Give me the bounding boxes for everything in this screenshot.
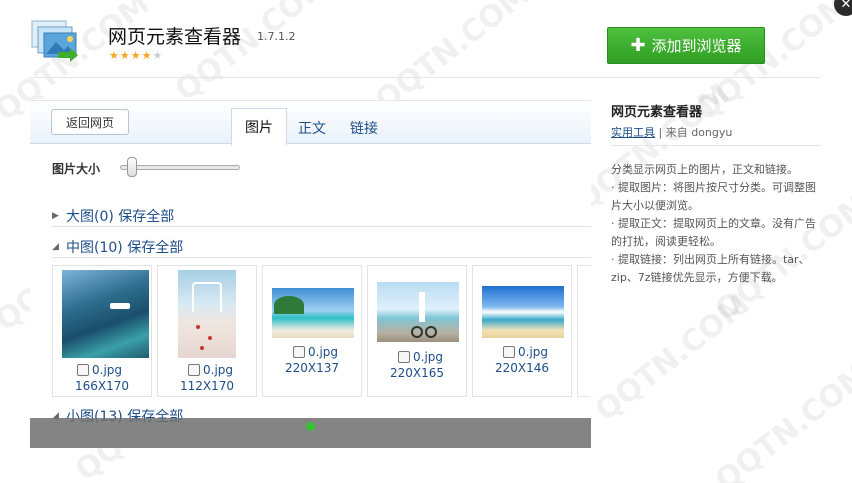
tab-images[interactable]: 图片: [231, 108, 287, 146]
image-filename: 0.jpg: [308, 345, 339, 359]
image-size-slider-track[interactable]: [120, 165, 240, 170]
image-name[interactable]: 0.jpg: [503, 345, 548, 359]
image-dimensions: 220X137: [284, 361, 340, 375]
image-item[interactable]: 0.jpg 220X146: [472, 265, 572, 397]
image-item[interactable]: 0.jpg 166X170: [52, 265, 152, 397]
star-icon: ★: [119, 49, 130, 62]
image-name[interactable]: 0.jpg: [398, 350, 443, 364]
image-name[interactable]: 0.jpg: [293, 345, 338, 359]
image-thumbnail: [482, 286, 564, 338]
image-thumbnail: [377, 282, 459, 342]
preview-panel: 返回网页 图片 正文 链接 图片大小 ▶ 大图(0) 保存全部 ◢ 中图(10)…: [30, 100, 591, 448]
image-name[interactable]: 0.jpg: [188, 363, 233, 377]
rating-stars: ★ ★ ★ ★ ★: [109, 50, 162, 61]
section-label: 中图(10) 保存全部: [66, 240, 184, 256]
image-item[interactable]: 0.jpg 220X165: [367, 265, 467, 397]
select-checkbox[interactable]: [398, 351, 410, 363]
carousel-dot-indicator[interactable]: [306, 422, 315, 431]
select-checkbox[interactable]: [77, 364, 89, 376]
star-icon: ★: [130, 49, 141, 62]
select-checkbox[interactable]: [503, 346, 515, 358]
info-description: 分类显示网页上的图片，正文和链接。 · 提取图片：将图片按尺寸分类。可调整图片大…: [611, 161, 816, 287]
info-title: 网页元素查看器: [611, 105, 703, 120]
collapse-arrow-icon: ◢: [52, 242, 59, 252]
description-line: · 提取图片：将图片按尺寸分类。可调整图片大小以便浏览。: [611, 181, 816, 212]
image-dimensions: 112X170: [179, 379, 235, 393]
image-filename: 0.jpg: [203, 363, 234, 377]
image-dimensions: 220X146: [494, 361, 550, 375]
add-to-browser-button[interactable]: ✚ 添加到浏览器: [607, 27, 765, 64]
author-prefix: | 来自: [655, 126, 692, 139]
image-thumbnail: [178, 270, 236, 358]
app-icon: [30, 18, 80, 66]
expand-arrow-icon: ▶: [52, 211, 59, 221]
watermark: QQTN.COM: [588, 286, 757, 429]
image-size-label: 图片大小: [52, 162, 101, 176]
image-filename: 0.jpg: [92, 363, 123, 377]
section-divider: [52, 257, 591, 258]
category-link[interactable]: 实用工具: [611, 126, 655, 139]
description-line: · 提取链接：列出网页上所有链接。tar、zip、7z链接优先显示，方便下载。: [611, 253, 810, 284]
description-line: · 提取正文：提取网页上的文章。没有广告的打扰，阅读更轻松。: [611, 217, 816, 248]
info-divider: [611, 145, 821, 146]
tab-links[interactable]: 链接: [344, 111, 384, 145]
image-item[interactable]: 0.jpg 112X170: [157, 265, 257, 397]
image-grid: 0.jpg 166X170 0.jpg 112X170 0.jpg 220X13…: [52, 265, 591, 397]
image-thumbnail: [272, 288, 354, 338]
watermark: QQTN.COM: [688, 0, 852, 129]
image-dimensions: 220X165: [389, 366, 445, 380]
app-version: 1.7.1.2: [257, 30, 296, 43]
image-name[interactable]: 0.jpg: [77, 363, 122, 377]
section-divider: [52, 226, 591, 227]
star-empty-icon: ★: [152, 49, 163, 62]
header-divider: [30, 77, 820, 78]
image-filename: 0.jpg: [413, 350, 444, 364]
image-item[interactable]: [577, 265, 591, 397]
star-icon: ★: [141, 49, 152, 62]
watermark: QQTN.COM: [708, 356, 852, 483]
description-line: 分类显示网页上的图片，正文和链接。: [611, 163, 798, 176]
image-item[interactable]: 0.jpg 220X137: [262, 265, 362, 397]
author-name: dongyu: [691, 126, 733, 139]
back-to-page-button[interactable]: 返回网页: [51, 109, 129, 135]
image-dimensions: 166X170: [74, 379, 130, 393]
add-button-label: 添加到浏览器: [651, 37, 742, 55]
plus-icon: ✚: [630, 34, 646, 56]
section-medium-images[interactable]: ◢ 中图(10) 保存全部: [52, 237, 183, 257]
preview-tabbar: 返回网页 图片 正文 链接: [30, 100, 591, 146]
tab-text[interactable]: 正文: [292, 111, 332, 145]
info-meta: 实用工具 | 来自 dongyu: [611, 124, 732, 140]
select-checkbox[interactable]: [188, 364, 200, 376]
section-large-images[interactable]: ▶ 大图(0) 保存全部: [52, 206, 174, 226]
close-icon[interactable]: ✕: [834, 0, 852, 16]
watermark: QQTN.COM: [168, 0, 337, 109]
star-icon: ★: [109, 49, 119, 62]
section-label: 大图(0) 保存全部: [66, 209, 175, 225]
image-filename: 0.jpg: [518, 345, 549, 359]
image-thumbnail: [62, 270, 149, 358]
select-checkbox[interactable]: [293, 346, 305, 358]
image-size-slider-handle[interactable]: [127, 157, 137, 177]
app-title: 网页元素查看器: [108, 26, 242, 48]
